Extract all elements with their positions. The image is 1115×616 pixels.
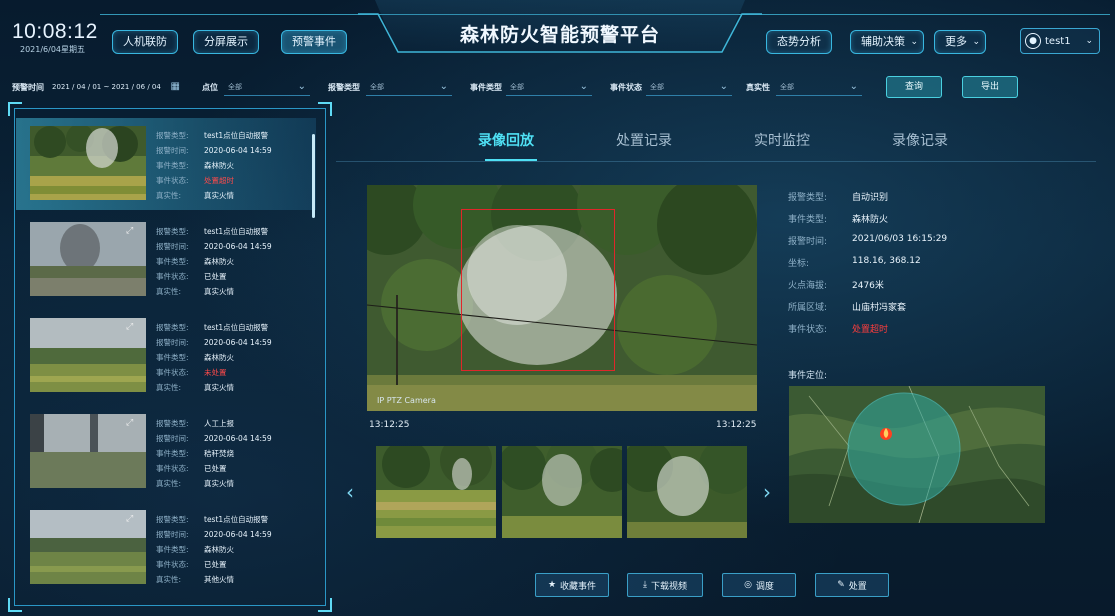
nav-renji[interactable]: 人机联防 <box>112 30 178 54</box>
expand-icon[interactable]: ⤢ <box>126 226 133 236</box>
download-label: 下载视频 <box>650 581 687 592</box>
filter-time-label: 预警时间 <box>12 83 44 92</box>
chevron-down-icon: ⌄ <box>910 37 918 47</box>
download-video-button[interactable]: ⤓ 下载视频 <box>627 573 703 597</box>
tab-handling-records[interactable]: 处置记录 <box>616 130 672 150</box>
expand-icon[interactable]: ⤢ <box>126 418 133 428</box>
event-info: 报警类型: test1点位自动报警 报警时间: 2020-06-04 14:59 事… <box>156 323 272 392</box>
panel-corner <box>318 598 332 612</box>
nav-more[interactable]: 更多 ⌄ <box>934 30 986 54</box>
nav-alert-events[interactable]: 预警事件 <box>281 30 347 54</box>
filter-point-label: 点位 <box>202 83 218 92</box>
detail-row: 火点海拔: 2476米 <box>788 281 884 291</box>
panel-corner <box>8 598 22 612</box>
tab-live-monitor[interactable]: 实时监控 <box>754 130 810 150</box>
edit-icon: ✎ <box>837 580 845 590</box>
star-icon: ★ <box>547 580 557 590</box>
filter-truth-label: 真实性 <box>746 83 770 92</box>
filter-time-range[interactable]: 2021 / 04 / 01 ~ 2021 / 06 / 04 ▦ <box>48 78 184 96</box>
detail-row: 坐标: 118.16, 368.12 <box>788 256 921 269</box>
detail-row: 事件状态: 处置超时 <box>788 325 889 335</box>
chevron-down-icon: ⌄ <box>297 81 306 92</box>
event-info: 报警类型: test1点位自动报警 报警时间: 2020-06-04 14:59 事… <box>156 515 272 584</box>
favorite-event-button[interactable]: ★ 收藏事件 <box>535 573 609 597</box>
filter-event-status-label: 事件状态 <box>610 83 642 92</box>
filter-event-status-select[interactable]: 全部 ⌄ <box>646 78 732 96</box>
expand-icon[interactable]: ⤢ <box>126 514 133 524</box>
filter-time-value: 2021 / 04 / 01 ~ 2021 / 06 / 04 <box>52 83 161 91</box>
filter-point-value: 全部 <box>228 83 242 91</box>
dispatch-button[interactable]: ◎ 调度 <box>722 573 796 597</box>
detail-row: 事件类型: 森林防火 <box>788 215 889 225</box>
snapshot[interactable] <box>502 446 622 538</box>
detection-box <box>461 209 615 371</box>
dispatch-label: 调度 <box>755 581 774 592</box>
query-button[interactable]: 查询 <box>886 76 942 98</box>
panel-corner <box>318 102 332 116</box>
nav-more-label: 更多 <box>945 35 967 48</box>
filter-alarm-type-select[interactable]: 全部 ⌄ <box>366 78 452 96</box>
event-list-item[interactable]: 报警类型: test1点位自动报警 报警时间: 2020-06-04 14:59 事… <box>16 118 316 210</box>
event-thumbnail <box>30 126 146 200</box>
export-button[interactable]: 导出 <box>962 76 1018 98</box>
chevron-right-icon[interactable]: › <box>763 480 771 504</box>
location-label: 事件定位: <box>788 371 828 381</box>
nav-split-screen[interactable]: 分屏展示 <box>193 30 259 54</box>
filter-alarm-type-label: 报警类型 <box>328 83 360 92</box>
chevron-down-icon: ⌄ <box>439 81 448 92</box>
filter-alarm-type-value: 全部 <box>370 83 384 91</box>
video-player[interactable]: IP PTZ Camera <box>367 185 757 411</box>
calendar-icon: ▦ <box>170 81 180 92</box>
video-time-start: 13:12:25 <box>369 420 410 430</box>
detail-row: 报警时间: 2021/06/03 16:15:29 <box>788 234 948 247</box>
event-info: 报警类型: test1点位自动报警 报警时间: 2020-06-04 14:59 事… <box>156 227 272 296</box>
filter-truth-select[interactable]: 全部 ⌄ <box>776 78 862 96</box>
app-title: 森林防火智能预警平台 <box>459 24 660 46</box>
detail-row: 所属区域: 山庙村冯家套 <box>788 303 907 313</box>
event-list-item[interactable]: ⤢ 报警类型: test1点位自动报警 报警时间: 2020-06-04 14:59… <box>16 502 316 594</box>
expand-icon[interactable]: ⤢ <box>126 322 133 332</box>
chevron-down-icon: ⌄ <box>1085 36 1093 46</box>
tab-video-records[interactable]: 录像记录 <box>892 130 948 150</box>
nav-situation[interactable]: 态势分析 <box>766 30 832 54</box>
event-list-item[interactable]: ⤢ 报警类型: test1点位自动报警 报警时间: 2020-06-04 14:59… <box>16 214 316 306</box>
chevron-down-icon: ⌄ <box>849 81 858 92</box>
filter-point-select[interactable]: 全部 ⌄ <box>224 78 310 96</box>
event-list-item[interactable]: ⤢ 报警类型: test1点位自动报警 报警时间: 2020-06-04 14:59… <box>16 310 316 402</box>
filter-event-type-select[interactable]: 全部 ⌄ <box>506 78 592 96</box>
filter-event-type-label: 事件类型 <box>470 83 502 92</box>
detail-row: 报警类型: 自动识别 <box>788 193 889 203</box>
user-icon: ● <box>1025 33 1041 49</box>
date: 2021/6/04星期五 <box>20 45 86 54</box>
filter-event-status-value: 全部 <box>650 83 664 91</box>
snapshot[interactable] <box>627 446 747 538</box>
favorite-label: 收藏事件 <box>560 581 597 592</box>
list-scrollbar[interactable] <box>312 134 315 218</box>
nav-decision-label: 辅助决策 <box>861 35 905 48</box>
filter-event-type-value: 全部 <box>510 83 524 91</box>
user-menu[interactable]: ● test1 ⌄ <box>1020 28 1100 54</box>
tab-playback[interactable]: 录像回放 <box>478 130 534 150</box>
filter-truth-value: 全部 <box>780 83 794 91</box>
handle-label: 处置 <box>848 581 867 592</box>
chevron-down-icon: ⌄ <box>579 81 588 92</box>
chevron-left-icon[interactable]: ‹ <box>346 480 354 504</box>
event-list-item[interactable]: ⤢ 报警类型: 人工上报 报警时间: 2020-06-04 14:59 事件类型: 秸… <box>16 406 316 498</box>
dispatch-icon: ◎ <box>744 580 752 590</box>
event-info: 报警类型: 人工上报 报警时间: 2020-06-04 14:59 事件类型: 秸秆焚… <box>156 419 272 488</box>
chevron-down-icon: ⌄ <box>719 81 728 92</box>
video-time-end: 13:12:25 <box>716 420 757 430</box>
event-map[interactable] <box>789 386 1045 523</box>
camera-caption: IP PTZ Camera <box>377 396 436 405</box>
handle-button[interactable]: ✎ 处置 <box>815 573 889 597</box>
tab-divider <box>336 161 1096 162</box>
event-info: 报警类型: test1点位自动报警 报警时间: 2020-06-04 14:59 事… <box>156 131 272 200</box>
username: test1 <box>1045 35 1071 47</box>
chevron-down-icon: ⌄ <box>972 37 980 47</box>
download-icon: ⤓ <box>643 580 647 590</box>
panel-corner <box>8 102 22 116</box>
nav-decision[interactable]: 辅助决策 ⌄ <box>850 30 924 54</box>
clock: 10:08:12 <box>12 20 98 43</box>
snapshot[interactable] <box>376 446 496 538</box>
